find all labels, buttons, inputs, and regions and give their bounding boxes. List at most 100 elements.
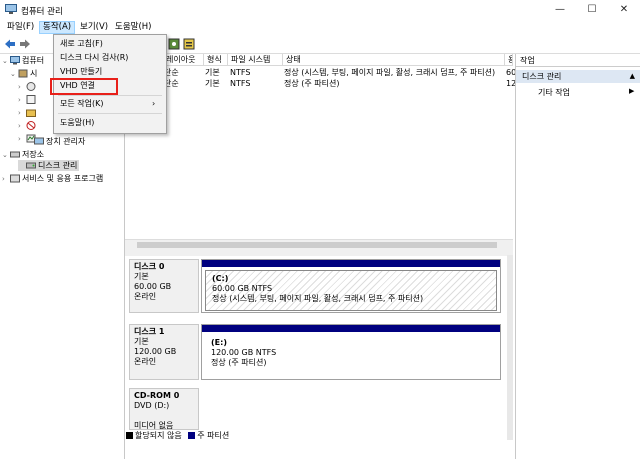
menu-separator xyxy=(58,95,162,96)
disk-0-label[interactable]: 디스크 0 기본 60.00 GB 온라인 xyxy=(129,259,199,313)
col-layout[interactable]: 레이아웃 xyxy=(163,54,204,66)
legend-unallocated: 할당되지 않음 xyxy=(135,431,182,440)
primary-partition-bar xyxy=(202,325,500,332)
disk-name: 디스크 1 xyxy=(134,327,165,336)
action-more-actions[interactable]: 기타 작업 xyxy=(538,87,570,98)
menu-file[interactable]: 파일(F) xyxy=(4,21,37,33)
tree-item-shared-folders[interactable]: › xyxy=(18,107,38,118)
tree-item-task-scheduler[interactable]: › xyxy=(18,81,38,92)
legend-primary: 주 파티션 xyxy=(197,431,230,440)
cell-type: 기본 xyxy=(205,68,220,77)
menu-bar: 파일(F) 동작(A) 보기(V) 도움말(H) xyxy=(0,20,640,34)
expand-icon[interactable]: › xyxy=(18,134,26,145)
partition-status: 정상 (시스템, 부팅, 페이지 파일, 활성, 크래시 덤프, 주 파티션) xyxy=(212,294,424,303)
partition-label: (C:) xyxy=(212,274,229,283)
disk-type: 기본 xyxy=(134,272,149,281)
disk-properties-icon[interactable] xyxy=(167,37,181,51)
partition-size: 120.00 GB NTFS xyxy=(211,348,277,357)
collapse-icon[interactable]: ⌄ xyxy=(2,150,10,161)
submenu-arrow-icon: ▶ xyxy=(629,87,635,95)
section-label: 디스크 관리 xyxy=(522,72,562,81)
partition-status: 정상 (주 파티션) xyxy=(211,358,267,367)
disk-management-pane: 레이아웃 형식 파일 시스템 상태 용 단순 기본 NTFS 정상 (시스템, … xyxy=(125,54,516,459)
computer-management-icon xyxy=(5,4,17,14)
menu-item-rescan-disks[interactable]: 디스크 다시 검사(R) xyxy=(60,52,128,64)
users-icon xyxy=(26,121,36,130)
disk-type: DVD (D:) xyxy=(134,401,170,410)
tree-item-services-apps[interactable]: › 서비스 및 응용 프로그램 xyxy=(2,173,103,184)
col-type[interactable]: 형식 xyxy=(204,54,228,66)
expand-icon[interactable]: › xyxy=(2,174,10,185)
menu-item-create-vhd[interactable]: VHD 만들기 xyxy=(60,66,102,78)
actions-pane: 작업 디스크 관리 ▲ 기타 작업 ▶ xyxy=(515,54,640,459)
tree-item-label: 시 xyxy=(30,69,38,78)
partition-e[interactable]: (E:) 120.00 GB NTFS 정상 (주 파티션) xyxy=(205,335,497,378)
disk-1-partition-area: (E:) 120.00 GB NTFS 정상 (주 파티션) xyxy=(201,324,501,380)
expand-icon[interactable]: › xyxy=(18,82,26,93)
highlight-callout xyxy=(50,78,118,95)
tools-icon xyxy=(18,69,28,78)
partition-size: 60.00 GB NTFS xyxy=(212,284,273,293)
partition-c[interactable]: (C:) 60.00 GB NTFS 정상 (시스템, 부팅, 페이지 파일, … xyxy=(205,270,497,311)
expand-icon[interactable]: › xyxy=(18,121,26,132)
cell-type: 기본 xyxy=(205,79,220,88)
actions-section-disk-management[interactable]: 디스크 관리 ▲ xyxy=(516,70,640,83)
storage-icon xyxy=(10,151,20,158)
tree-item-storage[interactable]: ⌄ 저장소 xyxy=(2,149,44,160)
disk-name: 디스크 0 xyxy=(134,262,165,271)
vertical-scrollbar[interactable] xyxy=(507,255,513,440)
cell-filesystem: NTFS xyxy=(230,68,251,77)
device-manager-icon xyxy=(34,137,44,145)
forward-arrow-icon[interactable] xyxy=(18,37,32,51)
menu-action[interactable]: 동작(A) xyxy=(39,21,76,34)
menu-item-help[interactable]: 도움말(H) xyxy=(60,117,94,129)
col-filesystem[interactable]: 파일 시스템 xyxy=(228,54,283,66)
pane-splitter[interactable] xyxy=(125,250,513,256)
menu-help[interactable]: 도움말(H) xyxy=(112,21,154,33)
disk-management-icon xyxy=(26,162,36,169)
clock-icon xyxy=(26,82,36,91)
legend: 할당되지 않음 주 파티션 xyxy=(126,430,506,442)
tree-item-label: 컴퓨터 xyxy=(22,56,45,65)
window-title: 컴퓨터 관리 xyxy=(21,7,63,17)
cell-filesystem: NTFS xyxy=(230,79,251,88)
close-button[interactable]: ✕ xyxy=(608,0,640,20)
scrollbar-thumb[interactable] xyxy=(137,242,497,248)
help-topic-icon[interactable] xyxy=(182,37,196,51)
tree-item-system-tools[interactable]: ⌄ 시 xyxy=(10,68,37,79)
unallocated-swatch xyxy=(126,432,133,439)
title-bar: 컴퓨터 관리 — ☐ ✕ xyxy=(0,0,640,21)
menu-view[interactable]: 보기(V) xyxy=(77,21,111,33)
cdrom-0-label[interactable]: CD-ROM 0 DVD (D:) 미디어 없음 xyxy=(129,388,199,430)
collapse-icon[interactable]: ⌄ xyxy=(10,69,18,80)
menu-item-all-tasks[interactable]: 모든 작업(K) xyxy=(60,98,103,110)
col-capacity[interactable]: 용 xyxy=(505,54,513,66)
menu-item-refresh[interactable]: 새로 고침(F) xyxy=(60,38,103,50)
computer-icon xyxy=(10,56,20,65)
tree-item-local-users[interactable]: › xyxy=(18,120,38,131)
disk-state: 온라인 xyxy=(134,292,157,301)
primary-partition-bar xyxy=(202,260,500,267)
tree-item-label: 저장소 xyxy=(22,150,45,159)
maximize-button[interactable]: ☐ xyxy=(576,0,608,20)
col-status[interactable]: 상태 xyxy=(283,54,505,66)
tree-item-device-manager[interactable]: 장치 관리자 xyxy=(34,136,85,147)
actions-header: 작업 xyxy=(516,54,640,67)
menu-separator xyxy=(58,113,162,114)
collapse-icon[interactable]: ⌄ xyxy=(2,56,10,67)
expand-icon[interactable]: › xyxy=(18,108,26,119)
disk-name: CD-ROM 0 xyxy=(134,391,180,400)
expand-icon[interactable]: › xyxy=(18,95,26,106)
disk-type: 기본 xyxy=(134,337,149,346)
tree-item-disk-management[interactable]: 디스크 관리 xyxy=(18,160,80,171)
tree-item-event-viewer[interactable]: › xyxy=(18,94,38,105)
back-arrow-icon[interactable] xyxy=(3,37,17,51)
disk-state: 온라인 xyxy=(134,357,157,366)
tree-item-computer[interactable]: ⌄ 컴퓨터 xyxy=(2,55,44,66)
collapse-up-icon[interactable]: ▲ xyxy=(630,70,635,83)
services-icon xyxy=(10,174,20,183)
disk-1-label[interactable]: 디스크 1 기본 120.00 GB 온라인 xyxy=(129,324,199,380)
tree-item-label: 서비스 및 응용 프로그램 xyxy=(22,174,104,183)
minimize-button[interactable]: — xyxy=(544,0,576,20)
disk-0-partition-area: (C:) 60.00 GB NTFS 정상 (시스템, 부팅, 페이지 파일, … xyxy=(201,259,501,313)
